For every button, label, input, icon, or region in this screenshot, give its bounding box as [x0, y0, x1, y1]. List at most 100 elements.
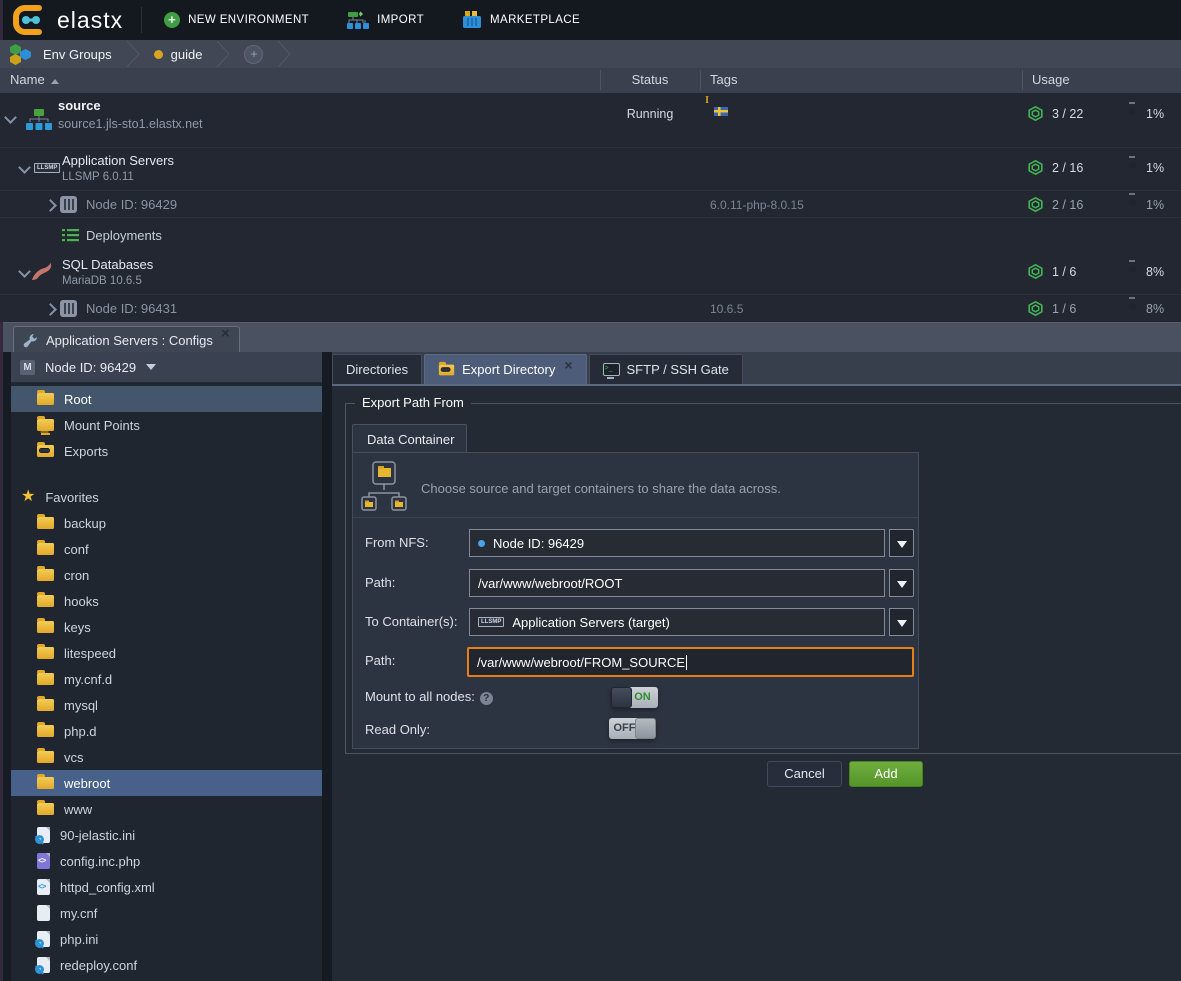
env-name: source — [58, 98, 101, 113]
tree-folder-php-d[interactable]: php.d — [11, 718, 322, 744]
sidebar-splitter[interactable] — [322, 352, 332, 981]
mount-all-toggle[interactable]: ON — [611, 687, 658, 708]
tree-folder-cron[interactable]: cron — [11, 562, 322, 588]
env-row-deployments[interactable]: Deployments — [0, 218, 1181, 251]
editor-area: Directories Export Directory × SFTP / SS… — [332, 352, 1181, 981]
breadcrumb-group[interactable]: guide — [154, 47, 203, 62]
brand-name: elastx — [57, 7, 123, 34]
configs-tab-label: Application Servers : Configs — [46, 333, 213, 348]
column-usage[interactable]: Usage — [1032, 68, 1070, 92]
source-path-dropdown-button[interactable] — [889, 569, 914, 597]
column-status[interactable]: Status — [600, 68, 700, 92]
help-icon[interactable]: ? — [480, 692, 493, 705]
node-selector-label: Node ID: 96429 — [45, 360, 136, 375]
import-button[interactable]: IMPORT — [347, 11, 424, 30]
master-node-icon: M — [20, 360, 35, 375]
marketplace-icon — [462, 11, 482, 29]
tree-item-favorites[interactable]: ★Favorites — [11, 484, 322, 510]
to-container-dropdown-button[interactable] — [889, 608, 914, 636]
folder-icon — [37, 621, 54, 633]
env-row-node-96431[interactable]: Node ID: 96431 10.6.5 1 / 6 8% — [0, 295, 1181, 322]
env-row-app-servers[interactable]: LLSMP Application Servers LLSMP 6.0.11 2… — [0, 148, 1181, 191]
tree-folder-litespeed[interactable]: litespeed — [11, 640, 322, 666]
new-environment-button[interactable]: + NEW ENVIRONMENT — [164, 12, 309, 28]
tree-file-redeploy-conf[interactable]: redeploy.conf — [11, 952, 322, 978]
close-icon[interactable]: × — [221, 328, 230, 340]
tree-item-root[interactable]: Root — [11, 386, 322, 412]
cancel-button[interactable]: Cancel — [767, 761, 842, 787]
marketplace-button[interactable]: MARKETPLACE — [462, 11, 580, 29]
column-name[interactable]: Name — [10, 68, 59, 92]
breadcrumb-separator — [216, 41, 230, 67]
disk-usage: 8% — [1146, 265, 1164, 279]
expand-chevron[interactable] — [44, 303, 57, 316]
tree-file-config-inc-php[interactable]: <>config.inc.php — [11, 848, 322, 874]
column-tags[interactable]: Tags — [710, 68, 737, 92]
env-domain[interactable]: source1.jls-sto1.elastx.net — [58, 117, 203, 131]
collapse-chevron[interactable] — [18, 161, 31, 174]
source-path-select[interactable]: /var/www/webroot/ROOT — [469, 569, 885, 597]
env-groups-icon — [9, 43, 35, 65]
fieldset-legend: Export Path From — [355, 395, 471, 410]
tree-folder-mysql[interactable]: mysql — [11, 692, 322, 718]
toggle-knob — [611, 687, 632, 708]
add-button[interactable]: Add — [849, 761, 923, 787]
node-bullet-icon — [478, 540, 485, 547]
add-group-button[interactable]: + — [244, 45, 263, 64]
terminal-icon — [603, 363, 620, 376]
breadcrumb-separator — [277, 41, 291, 67]
toggle-knob — [635, 718, 656, 739]
collapse-chevron[interactable] — [4, 111, 17, 124]
window-edge — [0, 0, 3, 40]
brand-logo[interactable]: elastx — [12, 5, 123, 35]
collapse-chevron[interactable] — [18, 265, 31, 278]
close-icon[interactable]: × — [564, 359, 572, 371]
env-status: Running — [600, 107, 700, 121]
tree-folder-backup[interactable]: backup — [11, 510, 322, 536]
env-row-node-96429[interactable]: Node ID: 96429 6.0.11-php-8.0.15 2 / 16 … — [0, 191, 1181, 218]
breadcrumb-env-groups[interactable]: Env Groups — [9, 43, 112, 65]
tree-folder-www[interactable]: www — [11, 796, 322, 822]
folder-icon — [37, 803, 54, 815]
tree-file-httpd-config-xml[interactable]: <>httpd_config.xml — [11, 874, 322, 900]
tree-folder-hooks[interactable]: hooks — [11, 588, 322, 614]
tab-sftp-ssh-gate[interactable]: SFTP / SSH Gate — [589, 354, 743, 384]
to-container-select[interactable]: LLSMP Application Servers (target) — [469, 608, 885, 636]
file-icon — [37, 905, 50, 921]
data-container-tab[interactable]: Data Container — [352, 424, 467, 453]
tree-file-php-ini[interactable]: php.ini — [11, 926, 322, 952]
tree-file-my-cnf[interactable]: my.cnf — [11, 900, 322, 926]
elastx-logo-icon — [12, 5, 48, 35]
cloudlets-usage: 2 / 16 — [1052, 161, 1083, 175]
read-only-toggle[interactable]: OFF — [609, 718, 656, 739]
env-row-sql[interactable]: SQL Databases MariaDB 10.6.5 1 / 6 8% — [0, 251, 1181, 295]
tree-file-90-jelastic-ini[interactable]: 90-jelastic.ini — [11, 822, 322, 848]
mount-all-label: Mount to all nodes:? — [365, 689, 493, 705]
tree-folder-keys[interactable]: keys — [11, 614, 322, 640]
group-color-dot — [154, 50, 163, 59]
folder-icon — [37, 517, 54, 529]
disk-usage: 1% — [1146, 107, 1164, 121]
expand-chevron[interactable] — [44, 199, 57, 212]
tree-folder-conf[interactable]: conf — [11, 536, 322, 562]
conf-file-icon — [37, 957, 50, 973]
tree-folder-my-cnf-d[interactable]: my.cnf.d — [11, 666, 322, 692]
configs-tab[interactable]: Application Servers : Configs × — [13, 326, 240, 353]
text-cursor — [686, 655, 687, 670]
target-path-input[interactable]: /var/www/webroot/FROM_SOURCE — [467, 647, 914, 677]
tree-item-exports[interactable]: Exports — [11, 438, 322, 464]
node-version: 6.0.11-php-8.0.15 — [710, 198, 804, 212]
tree-item-mount-points[interactable]: Mount Points — [11, 412, 322, 438]
node-selector[interactable]: M Node ID: 96429 — [11, 352, 322, 383]
folder-icon — [37, 647, 54, 659]
env-row-source[interactable]: source source1.jls-sto1.elastx.net Runni… — [0, 93, 1181, 148]
tree-folder-vcs[interactable]: vcs — [11, 744, 322, 770]
tab-directories[interactable]: Directories — [332, 354, 422, 384]
tree-folder-webroot[interactable]: webroot — [11, 770, 322, 796]
tab-export-directory[interactable]: Export Directory × — [424, 354, 586, 384]
from-nfs-select[interactable]: Node ID: 96429 — [469, 529, 885, 557]
ini-file-icon — [37, 827, 50, 843]
disk-usage: 1% — [1146, 161, 1164, 175]
from-nfs-dropdown-button[interactable] — [889, 529, 914, 557]
cloudlets-icon — [1028, 264, 1043, 279]
